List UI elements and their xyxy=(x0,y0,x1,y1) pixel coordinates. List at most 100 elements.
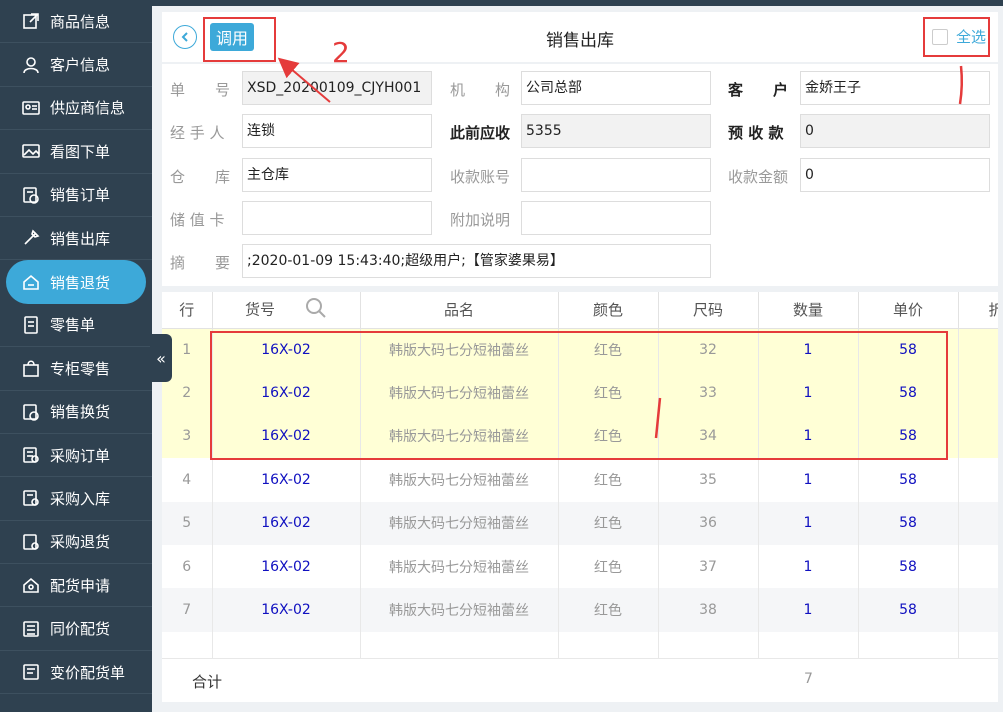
cell-color: 红色 xyxy=(558,588,659,632)
sidebar-item-11[interactable]: 采购入库 xyxy=(0,477,152,521)
cell-discount[interactable] xyxy=(958,588,998,632)
cell-row-no: 3 xyxy=(162,414,213,459)
cell-code[interactable]: 16X-02 xyxy=(212,371,361,415)
cell-discount[interactable] xyxy=(958,371,998,415)
sidebar-item-5[interactable]: 销售出库 xyxy=(0,217,152,261)
sidebar-item-12[interactable]: 采购退货 xyxy=(0,521,152,565)
amount-field[interactable]: 0 xyxy=(800,158,990,192)
cell-price[interactable]: 58 xyxy=(858,544,959,589)
warehouse-label: 仓 库 xyxy=(170,168,231,186)
cell-discount[interactable] xyxy=(958,544,998,589)
table-row[interactable]: 6 16X-02 韩版大码七分短袖蕾丝 红色 37 1 58 xyxy=(162,544,998,589)
sidebar-item-3[interactable]: 看图下单 xyxy=(0,130,152,174)
items-table: 行 货号 品名 颜色 尺码 数量 单价 折 1 16X-02 韩版大码七分短袖蕾丝红… xyxy=(162,292,998,702)
invoke-button[interactable]: 调用 xyxy=(210,23,254,51)
sidebar-item-4[interactable]: 销售订单 xyxy=(0,174,152,217)
prev-receivable-field: 5355 xyxy=(521,114,711,148)
prev-receivable-label: 此前应收 xyxy=(450,124,511,142)
sidebar-item-label: 配货申请 xyxy=(50,576,111,595)
image-icon xyxy=(22,142,40,160)
cell-qty[interactable]: 1 xyxy=(758,544,859,589)
summary-label: 摘 要 xyxy=(170,254,231,272)
cell-price[interactable]: 58 xyxy=(858,328,959,372)
order-no-field[interactable]: XSD_20200109_CJYH001 xyxy=(242,71,432,105)
sidebar-item-label: 专柜零售 xyxy=(50,359,111,378)
cell-size: 36 xyxy=(658,501,759,545)
cell-discount[interactable] xyxy=(958,414,998,459)
purchase-order-icon xyxy=(22,446,40,464)
sidebar-item-15[interactable]: 变价配货单 xyxy=(0,651,152,695)
search-icon[interactable] xyxy=(305,297,327,323)
sidebar-item-14[interactable]: 同价配货 xyxy=(0,607,152,651)
sidebar-item-label: 零售单 xyxy=(50,316,96,335)
cell-qty[interactable]: 1 xyxy=(758,501,859,545)
table-row[interactable]: 7 16X-02 韩版大码七分短袖蕾丝 红色 38 1 58 xyxy=(162,588,998,632)
sidebar-item-label: 客户信息 xyxy=(50,56,111,75)
org-field[interactable]: 公司总部 xyxy=(521,71,711,105)
page-header: 调用 销售出库 全选 xyxy=(162,12,998,62)
checkbox-box[interactable] xyxy=(932,28,948,45)
cell-code[interactable]: 16X-02 xyxy=(212,588,361,632)
col-header-name: 品名 xyxy=(360,292,559,329)
sidebar-item-8[interactable]: 专柜零售 xyxy=(0,347,152,391)
note-field[interactable] xyxy=(521,201,711,235)
note-label: 附加说明 xyxy=(450,211,511,229)
org-label: 机 构 xyxy=(450,81,511,99)
cell-name: 韩版大码七分短袖蕾丝 xyxy=(360,371,559,415)
table-row[interactable]: 1 16X-02 韩版大码七分短袖蕾丝 红色 32 1 58 xyxy=(162,328,998,372)
cell-qty[interactable]: 1 xyxy=(758,328,859,372)
receipt-icon xyxy=(22,316,40,334)
cell-qty[interactable]: 1 xyxy=(758,588,859,632)
table-row[interactable]: 4 16X-02 韩版大码七分短袖蕾丝 红色 35 1 58 xyxy=(162,458,998,502)
handler-field[interactable]: 连锁 xyxy=(242,114,432,148)
cell-discount[interactable] xyxy=(958,328,998,372)
total-label: 合计 xyxy=(192,673,223,691)
cell-code[interactable]: 16X-02 xyxy=(212,328,361,372)
table-row[interactable]: 3 16X-02 韩版大码七分短袖蕾丝 红色 34 1 58 xyxy=(162,414,998,459)
sidebar-collapse-button[interactable]: « xyxy=(150,334,172,382)
cell-discount[interactable] xyxy=(958,501,998,545)
cell-price[interactable]: 58 xyxy=(858,458,959,502)
sidebar-item-10[interactable]: 采购订单 xyxy=(0,434,152,478)
sidebar-item-13[interactable]: 配货申请 xyxy=(0,564,152,608)
sidebar-item-9[interactable]: 销售换货 xyxy=(0,391,152,434)
cell-size: 37 xyxy=(658,544,759,589)
cell-price[interactable]: 58 xyxy=(858,371,959,415)
chevron-left-icon xyxy=(181,32,188,42)
cell-code[interactable]: 16X-02 xyxy=(212,544,361,589)
cell-code[interactable]: 16X-02 xyxy=(212,414,361,459)
cell-code[interactable]: 16X-02 xyxy=(212,501,361,545)
warehouse-field[interactable]: 主仓库 xyxy=(242,158,432,192)
cell-code[interactable]: 16X-02 xyxy=(212,458,361,502)
account-label: 收款账号 xyxy=(450,168,511,186)
select-all-checkbox[interactable]: 全选 xyxy=(932,26,986,47)
cell-price[interactable]: 58 xyxy=(858,501,959,545)
table-row[interactable]: 2 16X-02 韩版大码七分短袖蕾丝 红色 33 1 58 xyxy=(162,371,998,415)
sidebar-item-6[interactable]: 销售退货 xyxy=(6,260,146,304)
sidebar-item-1[interactable]: 客户信息 xyxy=(0,43,152,87)
cell-discount[interactable] xyxy=(958,458,998,502)
customer-field[interactable]: 金娇王子 xyxy=(800,71,990,105)
cell-name: 韩版大码七分短袖蕾丝 xyxy=(360,588,559,632)
cell-qty[interactable]: 1 xyxy=(758,414,859,459)
cell-name: 韩版大码七分短袖蕾丝 xyxy=(360,328,559,372)
cell-size: 33 xyxy=(658,371,759,415)
sidebar-item-2[interactable]: 供应商信息 xyxy=(0,87,152,131)
account-field[interactable] xyxy=(521,158,711,192)
stock-in-icon xyxy=(22,489,40,507)
cell-qty[interactable]: 1 xyxy=(758,458,859,502)
cell-price[interactable]: 58 xyxy=(858,588,959,632)
sidebar-item-0[interactable]: 商品信息 xyxy=(0,0,152,44)
cell-price[interactable]: 58 xyxy=(858,414,959,459)
sidebar-item-7[interactable]: 零售单 xyxy=(0,304,152,348)
cell-qty[interactable]: 1 xyxy=(758,371,859,415)
summary-field[interactable]: ;2020-01-09 15:43:40;超级用户;【管家婆果易】 xyxy=(242,244,711,278)
back-button[interactable] xyxy=(173,25,197,49)
table-row[interactable]: 5 16X-02 韩版大码七分短袖蕾丝 红色 36 1 58 xyxy=(162,501,998,545)
page-title: 销售出库 xyxy=(546,31,614,51)
card-field[interactable] xyxy=(242,201,432,235)
sidebar-item-label: 看图下单 xyxy=(50,142,111,161)
sidebar-item-label: 商品信息 xyxy=(50,12,111,31)
cell-row-no: 6 xyxy=(162,544,213,589)
cell-size: 34 xyxy=(658,414,759,459)
